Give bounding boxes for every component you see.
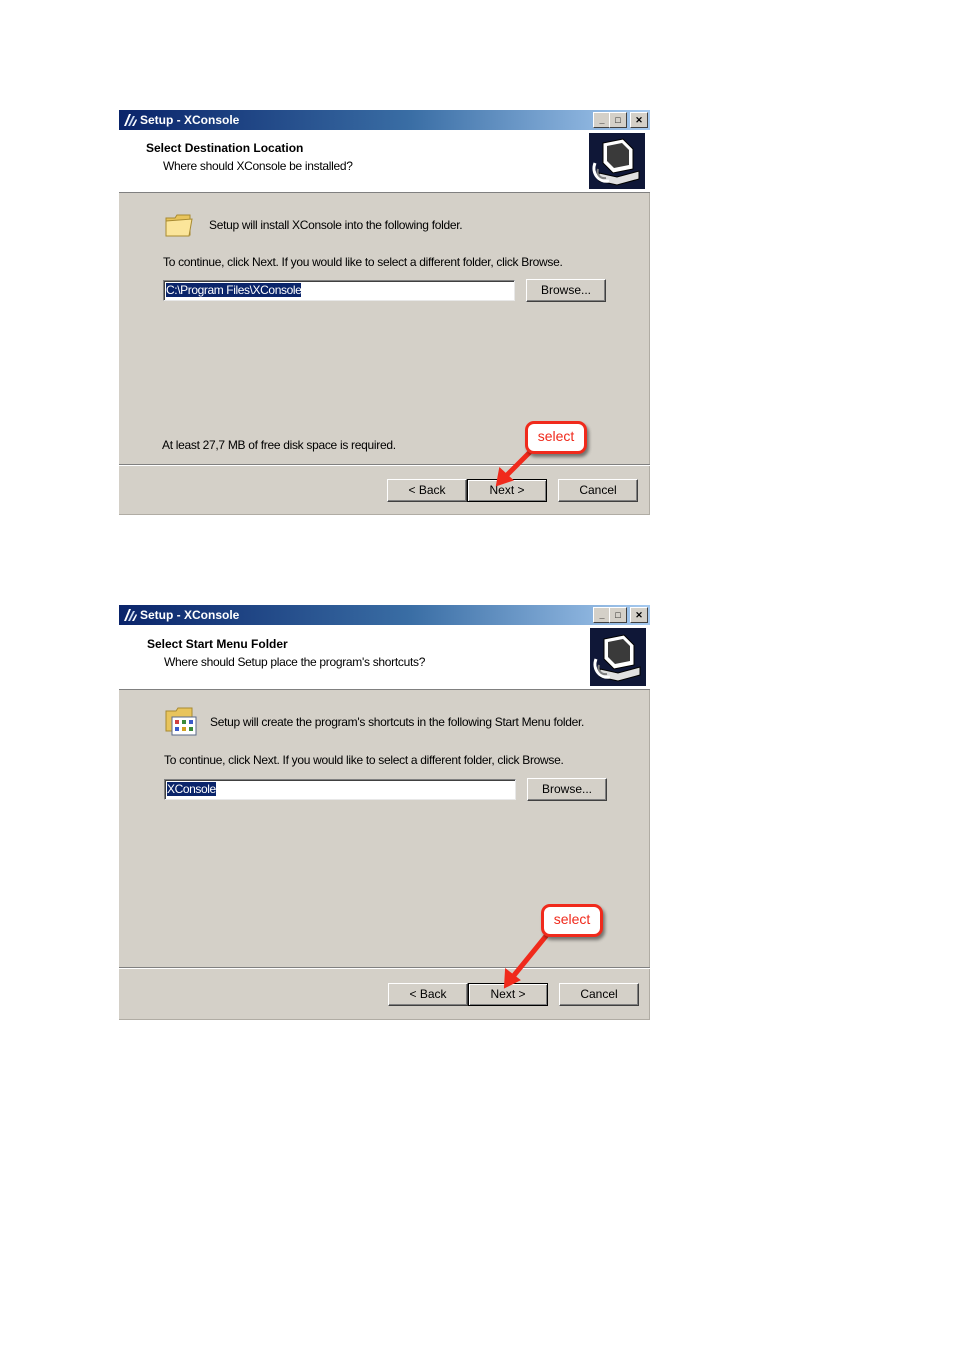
page-title: Select Start Menu Folder [147, 637, 288, 651]
start-menu-folder-icon [165, 707, 197, 736]
page-title: Select Destination Location [146, 141, 304, 155]
computer-install-icon [590, 628, 646, 686]
setup-dialog-start-menu: Setup - XConsole _ □ ✕ Select Start Menu… [119, 605, 650, 1020]
footer-separator [119, 967, 650, 969]
next-button[interactable]: Next > [468, 983, 548, 1006]
disk-space-text: At least 27,7 MB of free disk space is r… [162, 438, 396, 452]
intro-text: Setup will create the program's shortcut… [210, 715, 585, 729]
start-menu-folder-input[interactable]: XConsole [164, 779, 516, 800]
annotation-callout-2: select [541, 904, 603, 937]
footer-separator [119, 464, 650, 466]
close-icon[interactable]: ✕ [630, 112, 648, 128]
title-bar[interactable]: Setup - XConsole _ □ ✕ [119, 110, 650, 130]
setup-dialog-destination: Setup - XConsole _ □ ✕ Select Destinatio… [119, 110, 650, 515]
path-value: C:\Program Files\XConsole [166, 283, 302, 297]
cancel-button[interactable]: Cancel [559, 983, 639, 1006]
maximize-icon[interactable]: □ [609, 112, 627, 128]
browse-button[interactable]: Browse... [526, 279, 606, 302]
back-button[interactable]: < Back [388, 983, 468, 1006]
page-subtitle: Where should XConsole be installed? [163, 159, 353, 173]
folder-value: XConsole [167, 782, 216, 796]
instruction-text: To continue, click Next. If you would li… [163, 255, 563, 269]
wizard-header: Select Destination Location Where should… [119, 130, 650, 193]
maximize-icon[interactable]: □ [609, 607, 627, 623]
intro-text: Setup will install XConsole into the fol… [209, 218, 463, 232]
destination-path-input[interactable]: C:\Program Files\XConsole [163, 280, 515, 301]
xconsole-app-icon [124, 114, 137, 126]
title-bar[interactable]: Setup - XConsole _ □ ✕ [119, 605, 650, 625]
window-title: Setup - XConsole [140, 113, 240, 127]
instruction-text: To continue, click Next. If you would li… [164, 753, 564, 767]
cancel-button[interactable]: Cancel [558, 479, 638, 502]
folder-icon [165, 214, 193, 237]
xconsole-app-icon [124, 609, 137, 621]
annotation-callout-1: select [525, 421, 587, 454]
close-icon[interactable]: ✕ [630, 607, 648, 623]
browse-button[interactable]: Browse... [527, 778, 607, 801]
computer-install-icon [589, 133, 645, 189]
next-button[interactable]: Next > [467, 479, 547, 502]
wizard-header: Select Start Menu Folder Where should Se… [119, 625, 650, 690]
window-title: Setup - XConsole [140, 608, 240, 622]
page-subtitle: Where should Setup place the program's s… [164, 655, 426, 669]
back-button[interactable]: < Back [387, 479, 467, 502]
